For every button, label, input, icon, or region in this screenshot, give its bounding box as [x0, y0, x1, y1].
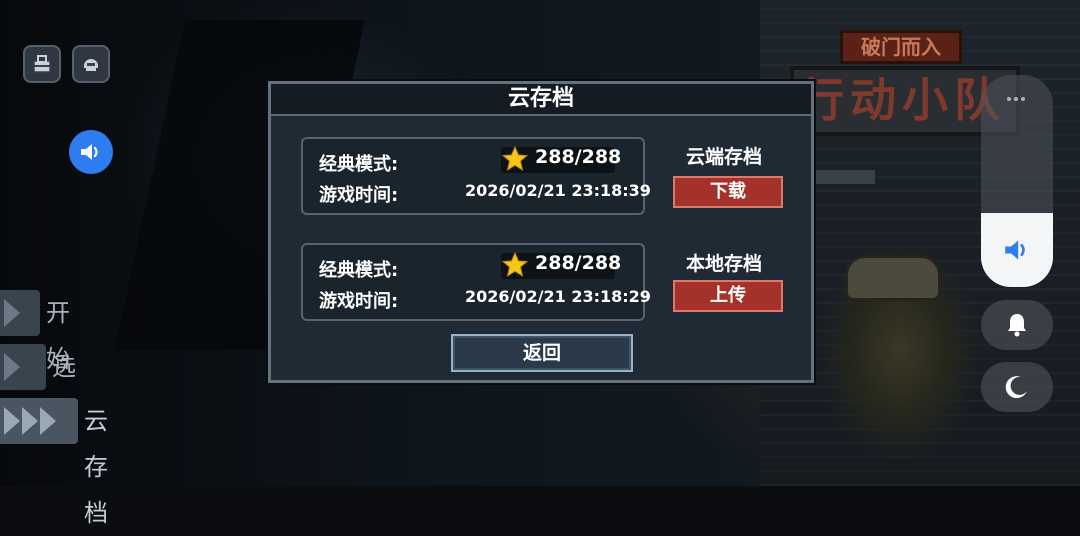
logo-subtitle: 破门而入 [840, 30, 962, 64]
volume-slider[interactable] [981, 75, 1053, 287]
play-time-value: 2026/02/21 23:18:29 [465, 287, 651, 306]
notification-button[interactable] [981, 300, 1053, 350]
inventory-icon [33, 55, 51, 73]
helmet-button[interactable] [72, 45, 110, 83]
inventory-button[interactable] [23, 45, 61, 83]
cloud-save-slot: 经典模式: 288/288 游戏时间: 2026/02/21 23:18:39 [301, 137, 651, 215]
score-value: 288/288 [535, 146, 622, 168]
moon-icon [1005, 376, 1027, 399]
download-button[interactable]: 下载 [673, 176, 783, 208]
dialog-title-bar: 云存档 [271, 84, 811, 116]
cloud-save-label: 云端存档 [686, 146, 763, 168]
menu-item-label: 云存档 [84, 407, 108, 527]
soldier-goggles [845, 255, 941, 301]
mode-label: 经典模式: [319, 154, 399, 175]
play-time-label: 游戏时间: [319, 291, 399, 312]
dialog-title: 云存档 [507, 86, 574, 111]
speaker-icon [1005, 240, 1025, 260]
cloud-save-dialog: 云存档 经典模式: 288/288 游戏时间: 2026/02/21 23:18… [268, 81, 814, 383]
local-save-label: 本地存档 [686, 253, 763, 275]
menu-chevrons [0, 398, 78, 444]
upload-button[interactable]: 上传 [673, 280, 783, 312]
slider-grip [1007, 97, 1027, 101]
volume-level-fill [981, 213, 1053, 287]
sound-toggle-button[interactable] [69, 130, 113, 174]
play-time-value: 2026/02/21 23:18:39 [465, 181, 651, 200]
bell-icon [1008, 314, 1026, 337]
star-icon [501, 251, 529, 278]
back-button[interactable]: 返回 [451, 334, 633, 372]
background-gun [815, 170, 875, 184]
speaker-icon [81, 144, 98, 160]
score-value: 288/288 [535, 252, 622, 274]
dark-mode-button[interactable] [981, 362, 1053, 412]
play-time-label: 游戏时间: [319, 185, 399, 206]
helmet-icon [84, 59, 98, 71]
menu-chevrons [0, 290, 40, 336]
local-save-slot: 经典模式: 288/288 游戏时间: 2026/02/21 23:18:29 [301, 243, 651, 321]
mode-label: 经典模式: [319, 260, 399, 281]
star-icon [501, 145, 529, 172]
menu-chevrons [0, 344, 46, 390]
